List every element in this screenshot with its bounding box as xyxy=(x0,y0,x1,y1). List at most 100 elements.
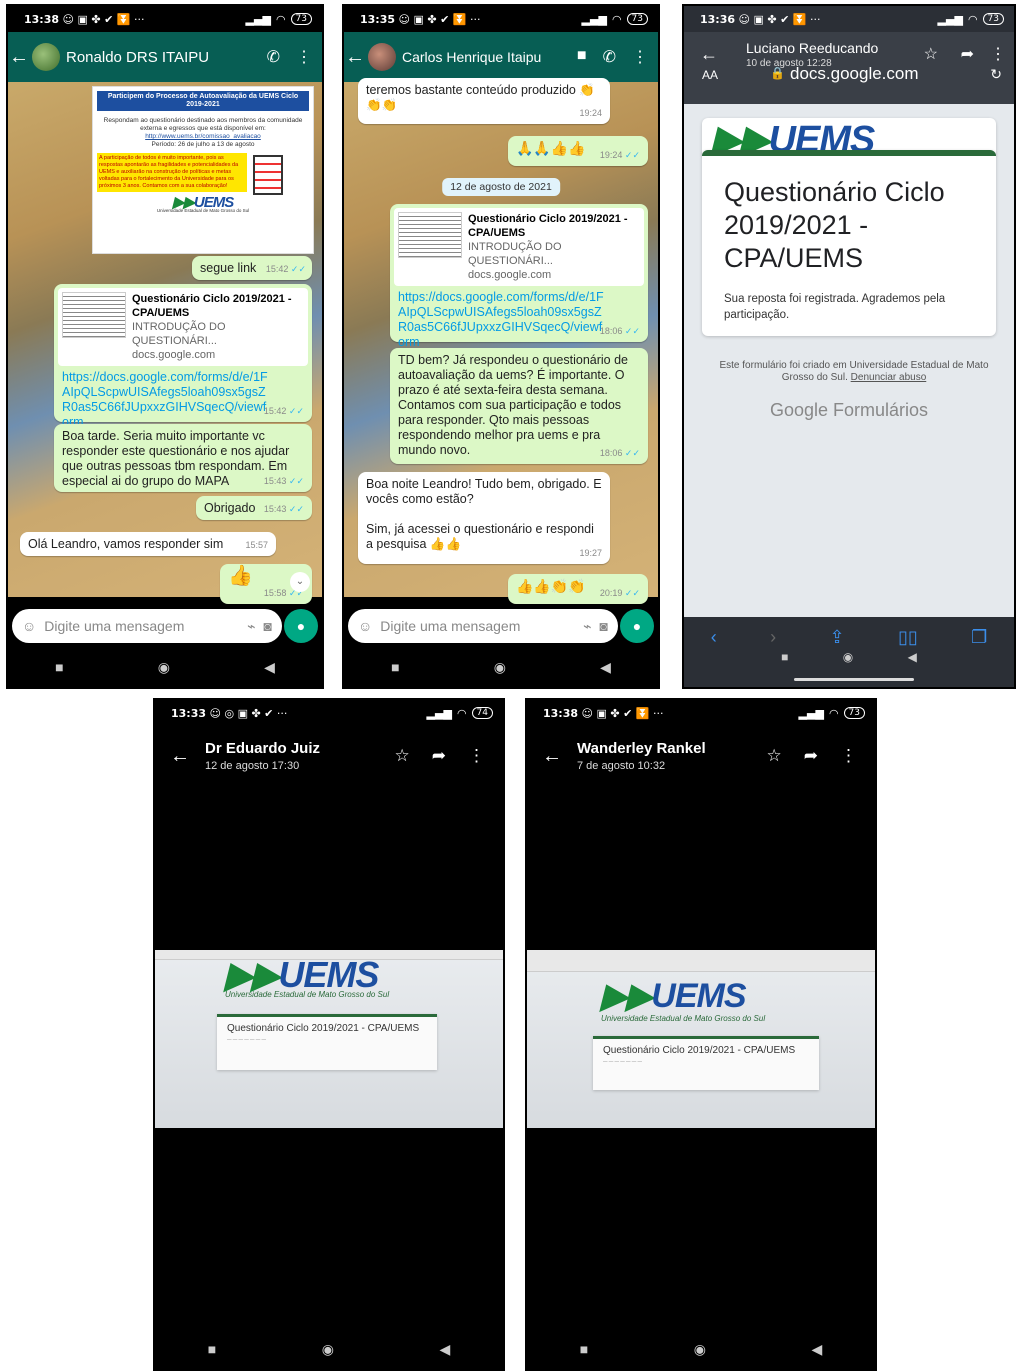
status-icons: ☺ ▣ ✤ ✔ ⏬ ··· xyxy=(62,12,145,26)
form-photo[interactable]: ▶▶UEMS Universidade Estadual de Mato Gro… xyxy=(155,950,503,1128)
more-menu-icon[interactable]: ⋮ xyxy=(632,47,648,67)
mic-button[interactable]: ● xyxy=(620,609,654,643)
back-icon[interactable]: ◀ xyxy=(908,650,917,664)
attach-icon[interactable]: ⌁ xyxy=(247,618,255,635)
link-preview-card[interactable]: Questionário Ciclo 2019/2021 - CPA/UEMS I… xyxy=(58,288,308,366)
read-ticks-icon: ✓✓ xyxy=(624,150,640,160)
message-input[interactable]: ☺ Digite uma mensagem ⌁ ◙ xyxy=(348,609,618,643)
logo-subtitle: Universidade Estadual de Mato Grosso do … xyxy=(225,990,390,999)
emoji-icon[interactable]: ☺ xyxy=(22,618,36,634)
message-url-link[interactable]: https://docs.google.com/forms/d/e/1FAIpQ… xyxy=(398,290,608,350)
star-icon[interactable]: ☆ xyxy=(924,44,938,64)
address-bar[interactable]: docs.google.com xyxy=(790,64,919,84)
recents-icon[interactable]: ■ xyxy=(391,659,399,675)
message-obrigado[interactable]: Obrigado 15:43 ✓✓ xyxy=(196,496,312,520)
message-conteudo[interactable]: teremos bastante conteúdo produzido 👏 👏👏… xyxy=(358,78,610,124)
campaign-poster-image[interactable]: Participem do Processo de Autoavaliação … xyxy=(92,86,314,254)
emoji-icon[interactable]: ☺ xyxy=(358,618,372,634)
home-icon[interactable]: ◉ xyxy=(158,659,170,676)
message-text: 👍👍👏👏 xyxy=(516,578,586,594)
back-icon[interactable]: ◀ xyxy=(600,659,611,676)
chat-area[interactable]: teremos bastante conteúdo produzido 👏 👏👏… xyxy=(344,78,658,604)
avatar[interactable] xyxy=(368,43,396,71)
nav-back-icon[interactable]: ‹ xyxy=(711,627,717,648)
attach-icon[interactable]: ⌁ xyxy=(583,618,591,635)
report-abuse-link[interactable]: Denunciar abuso xyxy=(851,372,927,383)
contact-name[interactable]: Carlos Henrique Itaipu xyxy=(402,49,577,65)
camera-icon[interactable]: ◙ xyxy=(600,618,608,634)
star-icon[interactable]: ☆ xyxy=(395,746,410,766)
message-hands[interactable]: 🙏🙏👍👍 19:24 ✓✓ xyxy=(508,136,648,166)
message-time: 19:24 xyxy=(579,108,602,118)
poster-body: Respondam ao questionário destinado aos … xyxy=(103,117,303,132)
reload-icon[interactable]: ↻ xyxy=(990,66,1002,83)
google-forms-logo: Google Formulários xyxy=(769,400,929,420)
message-boa-tarde[interactable]: Boa tarde. Seria muito importante vc res… xyxy=(54,424,312,492)
contact-name[interactable]: Ronaldo DRS ITAIPU xyxy=(66,49,267,66)
chat-area[interactable]: Participem do Processo de Autoavaliação … xyxy=(8,82,322,604)
back-icon[interactable]: ◀ xyxy=(264,659,275,676)
back-arrow-icon[interactable]: ← xyxy=(8,46,30,69)
mic-button[interactable]: ● xyxy=(284,609,318,643)
tabs-icon[interactable]: ❐ xyxy=(971,627,987,648)
more-menu-icon[interactable]: ⋮ xyxy=(296,47,312,67)
message-segue-link[interactable]: segue link 15:42 ✓✓ xyxy=(192,256,312,280)
home-icon[interactable]: ◉ xyxy=(843,650,853,664)
gallery-screenshot-eduardo: 13:33 ☺ ◎ ▣ ✤ ✔ ··· ▂▄▆ ◠ 74 ← Dr Eduardo … xyxy=(153,698,505,1371)
message-ola-leandro[interactable]: Olá Leandro, vamos responder sim 15:57 xyxy=(20,532,276,556)
browser-header: ← Luciano Reeducando 10 de agosto 12:28 … xyxy=(684,32,1014,104)
photo-form-card: Questionário Ciclo 2019/2021 - CPA/UEMS … xyxy=(217,1014,437,1070)
form-thumbnail xyxy=(398,212,462,258)
message-text: teremos bastante conteúdo produzido 👏 xyxy=(366,83,595,97)
home-icon[interactable]: ◉ xyxy=(322,1341,334,1358)
logo-subtitle: Universidade Estadual de Mato Grosso do … xyxy=(601,1014,766,1023)
camera-icon[interactable]: ◙ xyxy=(264,618,272,634)
form-photo[interactable]: ▶▶UEMS Universidade Estadual de Mato Gro… xyxy=(527,950,875,1128)
scroll-down-icon[interactable]: ⌄ xyxy=(290,572,310,592)
avatar[interactable] xyxy=(32,43,60,71)
message-input[interactable]: ☺ Digite uma mensagem ⌁ ◙ xyxy=(12,609,282,643)
photo-confirmation-line: — — — — — — — xyxy=(227,1037,267,1042)
forward-icon[interactable]: ➦ xyxy=(432,746,446,766)
back-arrow-icon[interactable]: ← xyxy=(700,44,718,65)
status-bar: 13:33 ☺ ◎ ▣ ✤ ✔ ··· ▂▄▆ ◠ 74 xyxy=(155,700,503,726)
status-time: 13:35 xyxy=(360,12,396,26)
call-add-icon[interactable]: ✆ xyxy=(267,47,280,67)
recents-icon[interactable]: ■ xyxy=(580,1341,588,1357)
form-page[interactable]: ▶▶UEMS Questionário Ciclo 2019/2021 - CP… xyxy=(684,104,1014,617)
message-link-preview[interactable]: Questionário Ciclo 2019/2021 - CPA/UEMS I… xyxy=(54,284,312,429)
star-icon[interactable]: ☆ xyxy=(767,746,782,766)
back-arrow-icon[interactable]: ← xyxy=(344,46,366,69)
browser-toolbar: ‹ › ⇪ ▯▯ ❐ ■ ◉ ◀ xyxy=(684,617,1014,687)
forward-icon[interactable]: ➦ xyxy=(804,746,818,766)
text-size-button[interactable]: AA xyxy=(702,68,718,82)
read-ticks-icon: ✓✓ xyxy=(624,588,640,598)
message-url-link[interactable]: https://docs.google.com/forms/d/e/1FAIpQ… xyxy=(62,370,272,430)
more-menu-icon[interactable]: ⋮ xyxy=(990,44,1006,64)
back-icon[interactable]: ◀ xyxy=(811,1341,822,1358)
home-icon[interactable]: ◉ xyxy=(694,1341,706,1358)
nav-forward-icon[interactable]: › xyxy=(770,627,776,648)
message-td-bem[interactable]: TD bem? Já respondeu o questionário de a… xyxy=(390,348,648,464)
message-time: 15:43 xyxy=(263,476,287,486)
more-menu-icon[interactable]: ⋮ xyxy=(468,746,485,766)
recents-icon[interactable]: ■ xyxy=(55,659,63,675)
more-menu-icon[interactable]: ⋮ xyxy=(840,746,857,766)
phone-icon[interactable]: ✆ xyxy=(603,47,616,67)
bookmarks-icon[interactable]: ▯▯ xyxy=(898,627,918,648)
link-preview-card[interactable]: Questionário Ciclo 2019/2021 - CPA/UEMS I… xyxy=(394,208,644,286)
recents-icon[interactable]: ■ xyxy=(781,650,788,664)
share-icon[interactable]: ➦ xyxy=(961,44,974,64)
back-arrow-icon[interactable]: ← xyxy=(155,745,205,768)
status-icons: ☺ ▣ ✤ ✔ ⏬ ··· xyxy=(581,706,664,720)
home-icon[interactable]: ◉ xyxy=(494,659,506,676)
message-boa-noite[interactable]: Boa noite Leandro! Tudo bem, obrigado. E… xyxy=(358,472,610,564)
video-call-icon[interactable]: ■ xyxy=(577,47,587,67)
recents-icon[interactable]: ■ xyxy=(208,1341,216,1357)
back-arrow-icon[interactable]: ← xyxy=(527,745,577,768)
message-link-preview[interactable]: Questionário Ciclo 2019/2021 - CPA/UEMS I… xyxy=(390,204,648,349)
share-icon[interactable]: ⇪ xyxy=(829,627,844,648)
message-final-emojis[interactable]: 👍👍👏👏 20:19 ✓✓ xyxy=(508,574,648,604)
battery-icon: 74 xyxy=(471,707,493,719)
back-icon[interactable]: ◀ xyxy=(439,1341,450,1358)
